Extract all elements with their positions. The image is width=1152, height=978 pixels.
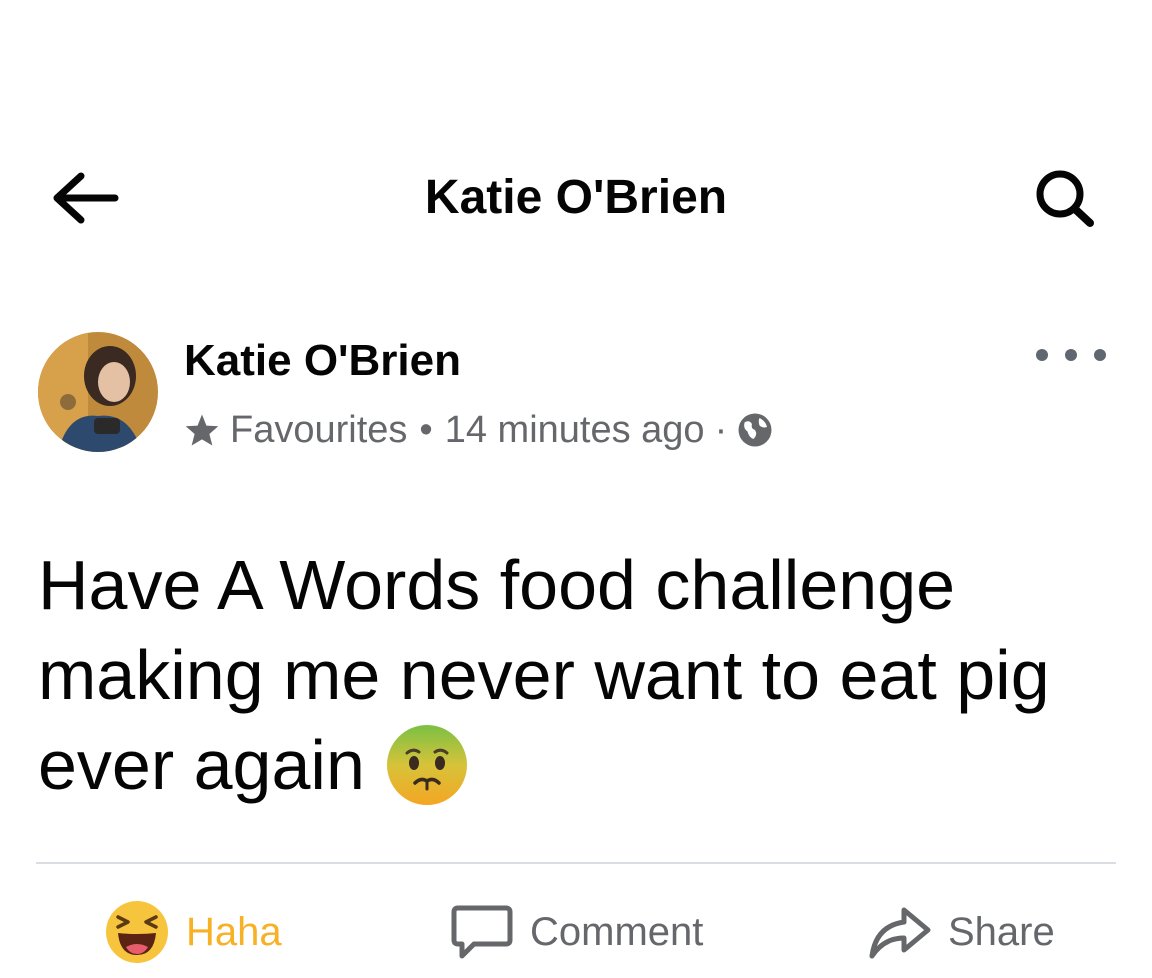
comment-label: Comment [530, 909, 704, 954]
arrow-left-icon [53, 172, 119, 224]
haha-label: Haha [186, 909, 282, 954]
globe-icon [737, 412, 773, 448]
meta-separator-small: · [714, 408, 728, 451]
post-header: Katie O'Brien Favourites • 14 minutes ag… [0, 320, 1152, 470]
avatar-photo [38, 332, 158, 452]
search-icon [1036, 170, 1094, 227]
post-timestamp[interactable]: 14 minutes ago [445, 409, 705, 452]
post-text: Have A Words food challenge making me ne… [38, 540, 1118, 813]
more-options-button[interactable] [1036, 340, 1106, 370]
author-name[interactable]: Katie O'Brien [184, 334, 461, 388]
audience-label[interactable]: Favourites [230, 409, 407, 452]
post-text-content: Have A Words food challenge making me ne… [38, 546, 1050, 804]
search-button[interactable] [1030, 166, 1102, 230]
post-actions: Haha Comment Share [0, 890, 1152, 974]
haha-reaction-button[interactable]: Haha [104, 890, 282, 974]
avatar[interactable] [38, 332, 158, 452]
comment-button[interactable]: Comment [450, 890, 703, 974]
more-dot [1065, 349, 1077, 361]
back-button[interactable] [44, 170, 128, 226]
post-meta: Favourites • 14 minutes ago · [184, 404, 773, 456]
more-dot [1036, 349, 1048, 361]
nauseated-face-icon [385, 723, 469, 807]
haha-emoji-icon [104, 899, 170, 965]
share-icon [868, 902, 932, 962]
top-bar: Katie O'Brien [0, 150, 1152, 246]
divider [36, 862, 1116, 864]
more-dot [1094, 349, 1106, 361]
share-button[interactable]: Share [868, 890, 1055, 974]
comment-icon [450, 902, 514, 962]
share-label: Share [948, 909, 1055, 954]
meta-separator: • [419, 408, 433, 451]
page-title: Katie O'Brien [424, 171, 728, 224]
star-icon [184, 413, 220, 447]
